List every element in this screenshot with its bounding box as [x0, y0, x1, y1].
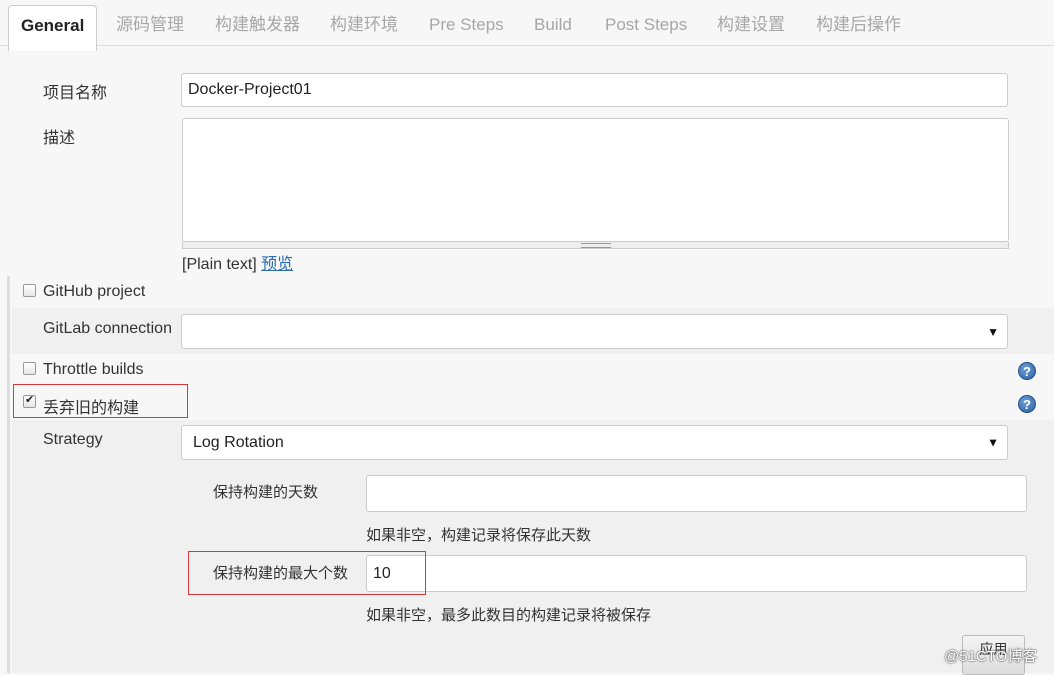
strategy-label: Strategy	[43, 431, 103, 448]
github-project-checkbox[interactable]	[23, 284, 36, 297]
tab-post-build-actions[interactable]: 构建后操作	[816, 0, 901, 45]
watermark: @51CTO博客	[944, 648, 1038, 665]
max-builds-hint: 如果非空，最多此数目的构建记录将被保存	[366, 607, 652, 624]
description-textarea[interactable]	[182, 118, 1009, 242]
discard-old-builds-checkbox[interactable]	[23, 393, 36, 408]
discard-old-builds-help-icon[interactable]: ?	[1018, 395, 1036, 413]
tab-pre-steps[interactable]: Pre Steps	[429, 0, 504, 45]
strategy-select[interactable]: Log Rotation ▼	[181, 425, 1008, 460]
gitlab-connection-label: GitLab connection	[43, 320, 172, 337]
strategy-value: Log Rotation	[193, 434, 284, 451]
textarea-resize-grip[interactable]	[182, 242, 1009, 249]
plain-text-label: [Plain text]	[182, 256, 257, 273]
days-to-keep-label: 保持构建的天数	[213, 484, 319, 501]
tab-build-triggers[interactable]: 构建触发器	[215, 0, 300, 45]
github-project-label: GitHub project	[43, 283, 146, 300]
chevron-down-icon: ▼	[987, 435, 999, 449]
description-format-line: [Plain text] 预览	[182, 250, 293, 274]
throttle-builds-help-icon[interactable]: ?	[1018, 362, 1036, 380]
tab-build-environment[interactable]: 构建环境	[330, 0, 398, 45]
throttle-builds-checkbox[interactable]	[23, 362, 36, 375]
gitlab-connection-select[interactable]: ▼	[181, 314, 1008, 349]
throttle-builds-label: Throttle builds	[43, 361, 144, 378]
tab-source-management[interactable]: 源码管理	[116, 0, 184, 45]
tab-build[interactable]: Build	[534, 0, 572, 45]
max-builds-input[interactable]	[366, 555, 1027, 592]
chevron-down-icon: ▼	[987, 324, 999, 339]
description-label: 描述	[43, 130, 76, 147]
max-builds-label: 保持构建的最大个数	[213, 565, 349, 582]
tab-bar: General 源码管理 构建触发器 构建环境 Pre Steps Build …	[0, 0, 1054, 51]
project-name-input[interactable]	[181, 73, 1008, 107]
tab-post-steps[interactable]: Post Steps	[605, 0, 687, 45]
preview-link[interactable]: 预览	[261, 256, 293, 273]
section-left-bar	[7, 276, 10, 673]
project-name-label: 项目名称	[43, 85, 108, 102]
days-to-keep-hint: 如果非空，构建记录将保存此天数	[366, 527, 592, 544]
days-to-keep-input[interactable]	[366, 475, 1027, 512]
tab-build-settings[interactable]: 构建设置	[717, 0, 785, 45]
discard-old-builds-label: 丢弃旧的构建	[43, 400, 140, 417]
tab-general[interactable]: General	[8, 5, 98, 51]
